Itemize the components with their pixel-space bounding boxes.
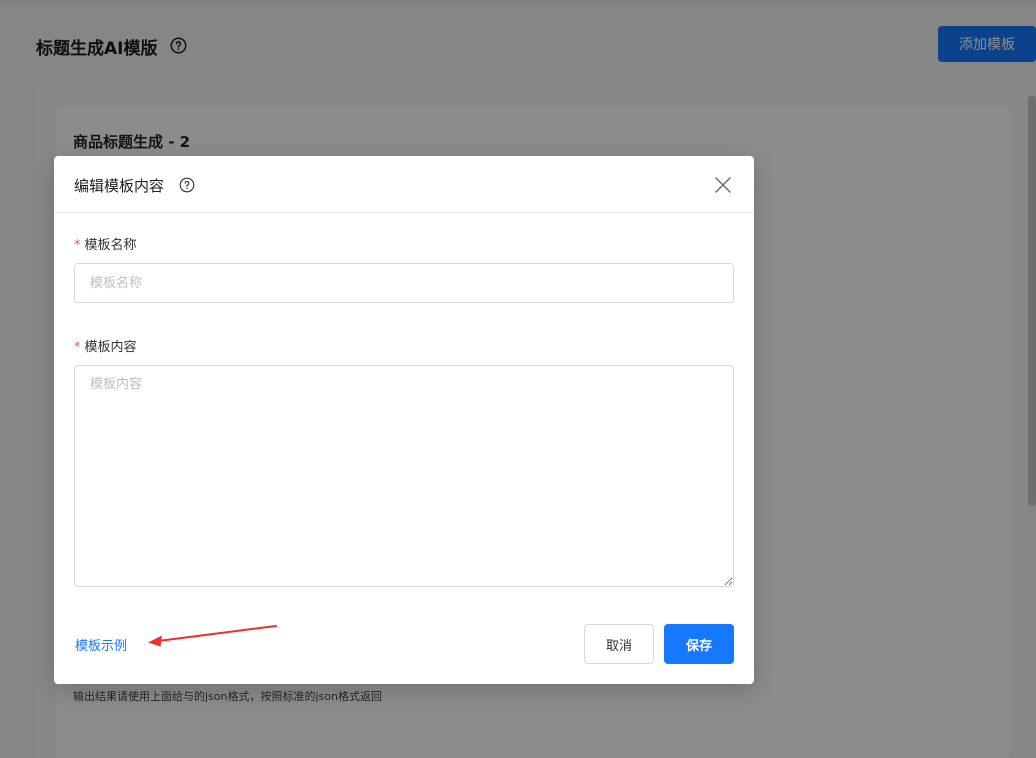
close-icon[interactable] — [714, 176, 732, 194]
save-button[interactable]: 保存 — [664, 624, 734, 664]
red-arrow-icon — [148, 625, 277, 647]
template-name-label-text: 模板名称 — [84, 238, 137, 253]
template-name-input[interactable] — [74, 263, 734, 303]
modal-header: 编辑模板内容 — [54, 156, 754, 213]
edit-template-modal: 编辑模板内容 *模板名称 *模板内容 模板示例 取消 保存 — [54, 156, 754, 684]
template-content-label-text: 模板内容 — [84, 340, 137, 355]
template-name-label: * 模板名称 — [74, 234, 137, 253]
question-circle-icon[interactable] — [179, 177, 195, 193]
template-content-textarea[interactable] — [74, 365, 734, 587]
required-mark: * — [74, 238, 81, 253]
modal-title: 编辑模板内容 — [74, 177, 165, 195]
template-example-link[interactable]: 模板示例 — [75, 635, 127, 654]
cancel-button[interactable]: 取消 — [584, 624, 654, 664]
template-content-label: * 模板内容 — [74, 336, 137, 355]
required-mark: * — [74, 340, 81, 355]
